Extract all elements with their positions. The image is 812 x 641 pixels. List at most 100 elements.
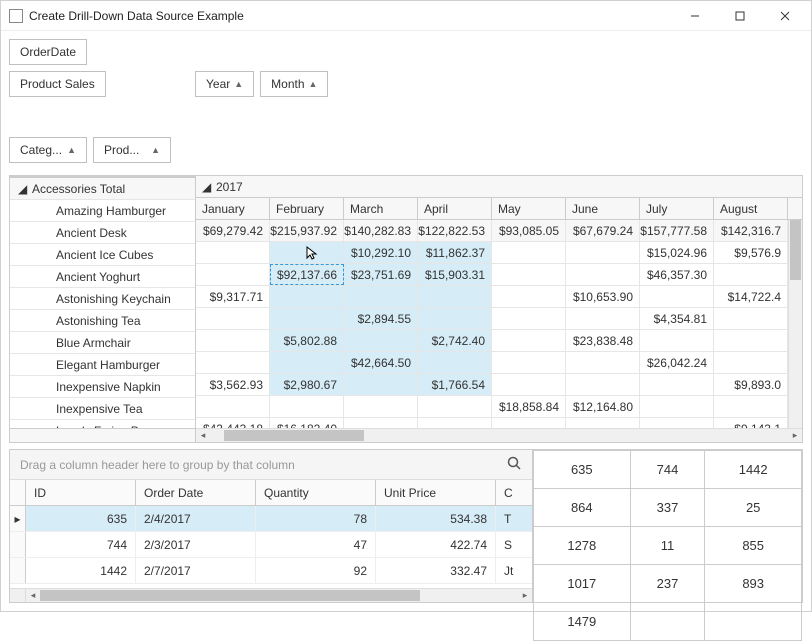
cell-unitprice[interactable]: 422.74 (376, 532, 496, 557)
col-header-unitprice[interactable]: Unit Price (376, 480, 496, 505)
data-cell[interactable]: $10,653.90 (566, 286, 640, 307)
data-cell[interactable] (492, 264, 566, 285)
row-field-prod[interactable]: Prod...▲ (93, 137, 171, 163)
column-field-year[interactable]: Year ▲ (195, 71, 254, 97)
close-button[interactable] (762, 2, 807, 30)
summary-cell[interactable]: 744 (630, 451, 705, 489)
cell-extra[interactable]: Jt (496, 558, 518, 583)
month-header[interactable]: February (270, 198, 344, 219)
cell-id[interactable]: 744 (26, 532, 136, 557)
data-cell[interactable] (714, 352, 788, 373)
collapse-year-icon[interactable]: ◢ (202, 180, 212, 194)
data-cell[interactable] (714, 308, 788, 329)
col-header-orderdate[interactable]: Order Date (136, 480, 256, 505)
detail-horizontal-scrollbar[interactable]: ◂ ▸ (10, 588, 532, 602)
cell-quantity[interactable]: 92 (256, 558, 376, 583)
summary-cell[interactable]: 337 (630, 489, 705, 527)
group-panel[interactable]: Drag a column header here to group by th… (10, 450, 532, 480)
pivot-horizontal-scrollbar[interactable]: ◂ ▸ (10, 428, 802, 442)
data-cell[interactable] (714, 264, 788, 285)
data-cell[interactable]: $69,279.42 (196, 220, 270, 241)
detail-row[interactable]: 7442/3/201747422.74S (10, 532, 532, 558)
cell-quantity[interactable]: 47 (256, 532, 376, 557)
row-header[interactable]: Elegant Hamburger (10, 354, 195, 376)
data-cell[interactable] (418, 308, 492, 329)
data-cell[interactable]: $122,822.53 (418, 220, 492, 241)
pivot-vertical-scrollbar[interactable] (788, 220, 802, 428)
data-cell[interactable] (566, 374, 640, 395)
row-field-categ[interactable]: Categ...▲ (9, 137, 87, 163)
data-cell[interactable] (566, 242, 640, 263)
month-header[interactable]: April (418, 198, 492, 219)
data-cell[interactable]: $18,858.84 (492, 396, 566, 417)
filter-field-orderdate[interactable]: OrderDate (9, 39, 87, 65)
data-cell[interactable] (344, 374, 418, 395)
data-cell[interactable]: $12,164.80 (566, 396, 640, 417)
data-cell[interactable] (566, 308, 640, 329)
col-header-id[interactable]: ID (26, 480, 136, 505)
month-header[interactable]: March (344, 198, 418, 219)
month-header[interactable]: May (492, 198, 566, 219)
data-cell[interactable] (196, 264, 270, 285)
summary-cell[interactable]: 1017 (534, 565, 631, 603)
data-cell[interactable] (418, 352, 492, 373)
data-cell[interactable]: $46,357.30 (640, 264, 714, 285)
row-total-header[interactable]: ◢Accessories Total (10, 178, 195, 200)
cell-orderdate[interactable]: 2/7/2017 (136, 558, 256, 583)
summary-cell[interactable]: 1479 (534, 603, 631, 641)
year-header[interactable]: 2017 (216, 180, 243, 194)
summary-cell[interactable]: 864 (534, 489, 631, 527)
search-icon[interactable] (506, 455, 522, 474)
data-cell[interactable]: $2,742.40 (418, 330, 492, 351)
cell-extra[interactable]: S (496, 532, 518, 557)
data-cell[interactable]: $15,903.31 (418, 264, 492, 285)
month-header[interactable]: August (714, 198, 788, 219)
row-header[interactable]: Ancient Desk (10, 222, 195, 244)
data-cell[interactable] (492, 374, 566, 395)
data-cell[interactable]: $42,664.50 (344, 352, 418, 373)
detail-row[interactable]: 14422/7/201792332.47Jt (10, 558, 532, 584)
minimize-button[interactable] (672, 2, 717, 30)
data-cell[interactable] (566, 352, 640, 373)
data-cell[interactable]: $3,562.93 (196, 374, 270, 395)
month-header[interactable]: January (196, 198, 270, 219)
data-cell[interactable]: $92,137.66 (270, 264, 344, 285)
cell-quantity[interactable]: 78 (256, 506, 376, 531)
data-cell[interactable]: $142,316.7 (714, 220, 788, 241)
col-header-quantity[interactable]: Quantity (256, 480, 376, 505)
cell-unitprice[interactable]: 332.47 (376, 558, 496, 583)
data-cell[interactable] (640, 286, 714, 307)
data-cell[interactable] (270, 242, 344, 263)
scroll-right-icon[interactable]: ▸ (788, 428, 802, 442)
col-header-extra[interactable]: C (496, 480, 518, 505)
cell-id[interactable]: 635 (26, 506, 136, 531)
data-cell[interactable] (418, 396, 492, 417)
cell-orderdate[interactable]: 2/3/2017 (136, 532, 256, 557)
data-cell[interactable]: $15,024.96 (640, 242, 714, 263)
data-cell[interactable] (640, 396, 714, 417)
month-header[interactable]: June (566, 198, 640, 219)
data-cell[interactable] (196, 330, 270, 351)
data-cell[interactable] (640, 330, 714, 351)
data-cell[interactable] (492, 330, 566, 351)
scroll-left-icon[interactable]: ◂ (196, 428, 210, 442)
row-header[interactable]: Astonishing Tea (10, 310, 195, 332)
row-header[interactable]: Ancient Yoghurt (10, 266, 195, 288)
data-cell[interactable]: $9,893.0 (714, 374, 788, 395)
summary-cell[interactable]: 893 (705, 565, 802, 603)
data-cell[interactable] (714, 396, 788, 417)
month-header[interactable]: July (640, 198, 714, 219)
data-cell[interactable]: $4,354.81 (640, 308, 714, 329)
data-cell[interactable]: $1,766.54 (418, 374, 492, 395)
data-cell[interactable]: $10,292.10 (344, 242, 418, 263)
data-cell[interactable]: $23,838.48 (566, 330, 640, 351)
row-header[interactable]: Astonishing Keychain (10, 288, 195, 310)
scroll-right-icon[interactable]: ▸ (518, 588, 532, 602)
data-cell[interactable] (492, 352, 566, 373)
summary-cell[interactable] (630, 603, 705, 641)
summary-cell[interactable] (705, 603, 802, 641)
data-cell[interactable] (492, 242, 566, 263)
summary-cell[interactable]: 25 (705, 489, 802, 527)
row-header[interactable]: Ancient Ice Cubes (10, 244, 195, 266)
cell-id[interactable]: 1442 (26, 558, 136, 583)
